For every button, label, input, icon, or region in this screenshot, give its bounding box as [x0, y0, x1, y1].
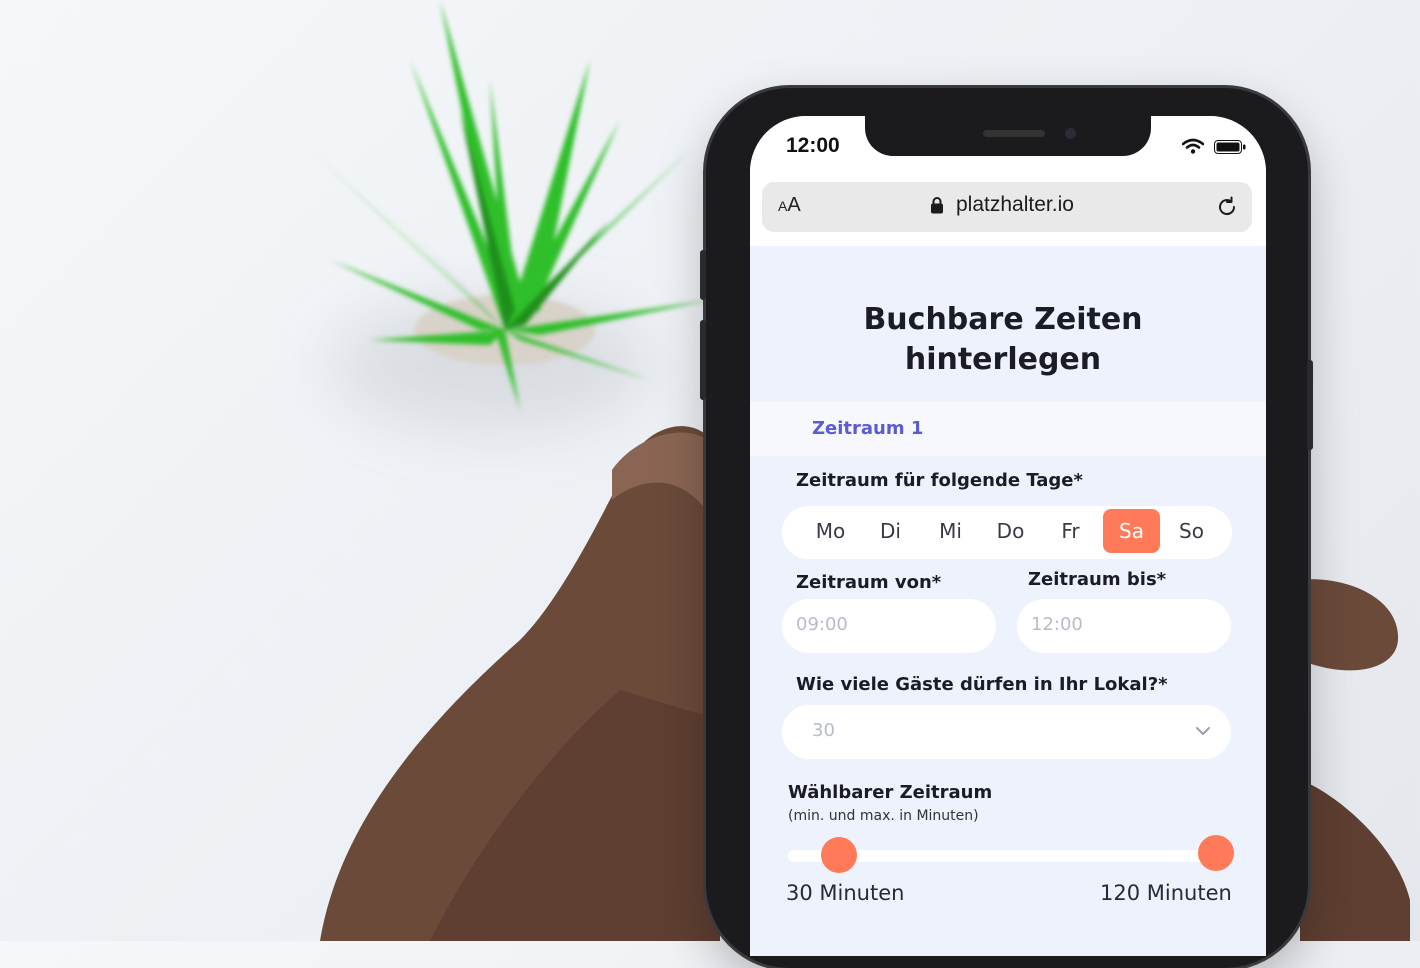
phone-notch: [865, 116, 1151, 156]
time-to-value: 12:00: [1031, 614, 1083, 635]
url-domain: platzhalter.io: [956, 193, 1074, 216]
lock-icon: [931, 197, 943, 214]
text-size-button[interactable]: AA: [778, 194, 801, 217]
text-size-large-glyph: A: [787, 194, 801, 216]
photo-scene: 12:00 AA platzhalter.io Buchbare Zeiten …: [0, 0, 1420, 968]
status-bar: 12:00: [750, 116, 1266, 178]
time-to-label: Zeitraum bis*: [1028, 569, 1167, 590]
day-di[interactable]: Di: [862, 509, 919, 553]
day-do[interactable]: Do: [982, 509, 1039, 553]
days-label: Zeitraum für folgende Tage*: [796, 470, 1083, 491]
page-title: Buchbare Zeiten hinterlegen: [750, 300, 1256, 380]
day-so[interactable]: So: [1163, 509, 1220, 553]
day-sa[interactable]: Sa: [1103, 509, 1160, 553]
phone-volume-button: [700, 250, 706, 300]
time-to-input[interactable]: 12:00: [1017, 599, 1231, 653]
range-max-label: 120 Minuten: [1100, 881, 1232, 905]
camera-icon: [1065, 128, 1076, 139]
address-bar[interactable]: AA platzhalter.io: [762, 182, 1252, 232]
time-from-value: 09:00: [796, 614, 848, 635]
text-size-small-glyph: A: [778, 198, 788, 214]
phone-power-button: [1307, 360, 1313, 450]
section-header: Zeitraum 1: [750, 402, 1266, 456]
range-hint: (min. und max. in Minuten): [788, 808, 979, 824]
wifi-icon: [1182, 138, 1204, 154]
reload-icon[interactable]: [1215, 195, 1239, 219]
phone-screen: 12:00 AA platzhalter.io Buchbare Zeiten …: [750, 116, 1266, 956]
chevron-down-icon: [1196, 727, 1210, 735]
guests-label: Wie viele Gäste dürfen in Ihr Lokal?*: [796, 674, 1168, 695]
day-selector: Mo Di Mi Do Fr Sa So: [782, 506, 1232, 559]
phone-volume-button-2: [700, 320, 706, 400]
day-fr[interactable]: Fr: [1042, 509, 1099, 553]
status-time: 12:00: [786, 134, 840, 157]
battery-icon: [1214, 140, 1246, 154]
range-min-label: 30 Minuten: [786, 881, 905, 905]
range-max-handle[interactable]: [1198, 835, 1234, 871]
day-mi[interactable]: Mi: [922, 509, 979, 553]
speaker-grille: [983, 130, 1045, 137]
time-from-label: Zeitraum von*: [796, 572, 942, 593]
range-min-handle[interactable]: [821, 837, 857, 873]
browser-toolbar: AA platzhalter.io: [750, 178, 1266, 246]
day-mo[interactable]: Mo: [802, 509, 859, 553]
time-from-input[interactable]: 09:00: [782, 599, 996, 653]
page-title-line-2: hinterlegen: [904, 342, 1102, 377]
guests-value: 30: [812, 720, 835, 741]
range-label: Wählbarer Zeitraum: [788, 782, 993, 803]
page-title-line-1: Buchbare Zeiten: [863, 302, 1143, 337]
guests-select[interactable]: 30: [782, 705, 1231, 759]
section-label[interactable]: Zeitraum 1: [812, 418, 923, 439]
